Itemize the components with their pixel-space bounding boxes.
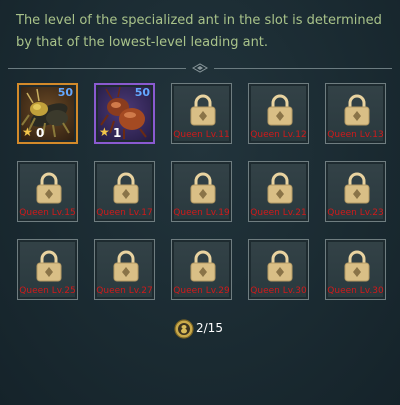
divider-ornament-icon — [192, 63, 208, 73]
queen-level-requirement: Queen Lv.27 — [96, 286, 153, 296]
padlock-icon — [190, 250, 216, 282]
star-icon: ★ — [22, 125, 33, 139]
queen-level-requirement: Queen Lv.13 — [327, 130, 384, 140]
padlock-icon — [190, 94, 216, 126]
padlock-icon — [36, 250, 62, 282]
section-divider — [8, 63, 392, 73]
locked-slot[interactable]: Queen Lv.19 — [171, 161, 232, 222]
padlock-icon — [113, 250, 139, 282]
padlock-icon — [113, 172, 139, 204]
locked-slot[interactable]: Queen Lv.13 — [325, 83, 386, 144]
description-text: The level of the specialized ant in the … — [16, 13, 382, 50]
locked-slot[interactable]: Queen Lv.30 — [325, 239, 386, 300]
ant-slot-1[interactable]: 50 ★ 0 — [17, 83, 78, 144]
star-icon: ★ — [99, 125, 110, 139]
padlock-icon — [267, 172, 293, 204]
locked-slot[interactable]: Queen Lv.12 — [248, 83, 309, 144]
queen-level-requirement: Queen Lv.30 — [327, 286, 384, 296]
queen-level-requirement: Queen Lv.21 — [250, 208, 307, 218]
padlock-icon — [344, 250, 370, 282]
queen-level-requirement: Queen Lv.23 — [327, 208, 384, 218]
ant-level: 50 — [134, 86, 150, 99]
slot-count-text: 2/15 — [196, 321, 223, 335]
queen-level-requirement: Queen Lv.25 — [19, 286, 76, 296]
queen-level-requirement: Queen Lv.17 — [96, 208, 153, 218]
locked-slot[interactable]: Queen Lv.23 — [325, 161, 386, 222]
locked-slot[interactable]: Queen Lv.27 — [94, 239, 155, 300]
ant-star-count: 0 — [36, 126, 45, 140]
ant-slots-panel: The level of the specialized ant in the … — [0, 0, 400, 405]
padlock-icon — [36, 172, 62, 204]
slot-counter: 2/15 — [174, 318, 234, 340]
ant-slot-2[interactable]: 50 ★ 1 — [94, 83, 155, 144]
ant-coin-icon — [174, 319, 194, 339]
locked-slot[interactable]: Queen Lv.17 — [94, 161, 155, 222]
padlock-icon — [190, 172, 216, 204]
queen-level-requirement: Queen Lv.29 — [173, 286, 230, 296]
padlock-icon — [267, 250, 293, 282]
locked-slot[interactable]: Queen Lv.30 — [248, 239, 309, 300]
slot-grid: 50 ★ 0 50 ★ 1 Queen Lv.11 Queen Lv.12 Qu… — [17, 83, 387, 303]
queen-level-requirement: Queen Lv.19 — [173, 208, 230, 218]
locked-slot[interactable]: Queen Lv.21 — [248, 161, 309, 222]
padlock-icon — [344, 172, 370, 204]
queen-level-requirement: Queen Lv.11 — [173, 130, 230, 140]
padlock-icon — [344, 94, 370, 126]
ant-star-count: 1 — [113, 126, 122, 140]
padlock-icon — [267, 94, 293, 126]
queen-level-requirement: Queen Lv.12 — [250, 130, 307, 140]
locked-slot[interactable]: Queen Lv.15 — [17, 161, 78, 222]
queen-level-requirement: Queen Lv.30 — [250, 286, 307, 296]
ant-level: 50 — [57, 86, 73, 99]
locked-slot[interactable]: Queen Lv.29 — [171, 239, 232, 300]
locked-slot[interactable]: Queen Lv.11 — [171, 83, 232, 144]
locked-slot[interactable]: Queen Lv.25 — [17, 239, 78, 300]
queen-level-requirement: Queen Lv.15 — [19, 208, 76, 218]
